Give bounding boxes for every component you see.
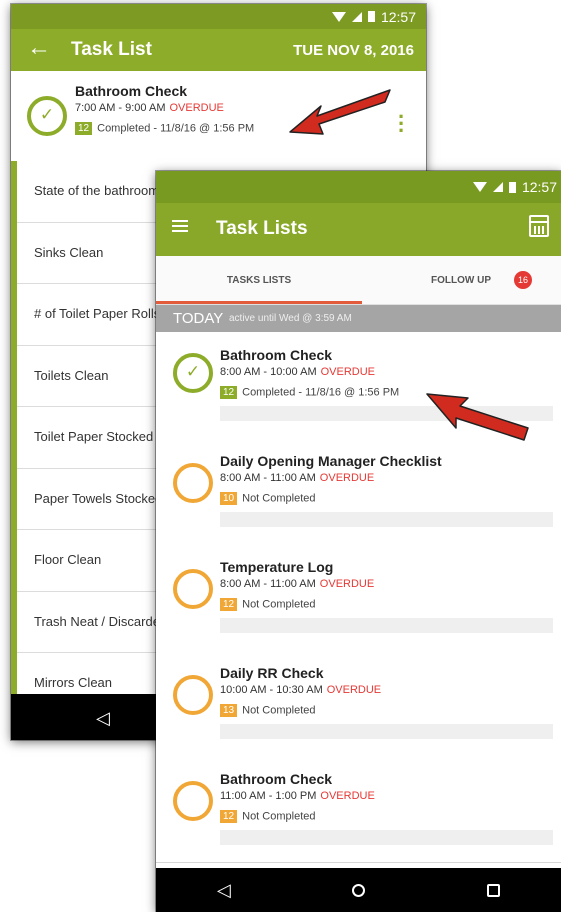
nav-back-icon[interactable]: ◁ xyxy=(217,880,231,901)
wifi-icon xyxy=(472,182,487,192)
overdue-label: OVERDUE xyxy=(319,578,375,590)
task-card[interactable]: Temperature Log 8:00 AM - 11:00 AM OVERDU… xyxy=(156,544,561,651)
progress-bar xyxy=(220,724,553,739)
page-title: Task List xyxy=(71,39,152,60)
nav-home-icon[interactable] xyxy=(352,883,366,897)
task-title: Daily RR Check xyxy=(220,665,324,681)
nav-back-icon[interactable]: ◁ xyxy=(96,708,110,729)
arrow-left-icon[interactable]: ← xyxy=(27,34,51,62)
more-vert-icon[interactable]: · · · xyxy=(398,106,405,142)
task-time-range: 8:00 AM - 10:00 AM xyxy=(220,366,317,378)
task-status: 13 Not Completed xyxy=(220,704,316,717)
completed-check-icon: ✓ xyxy=(27,96,67,136)
count-badge: 12 xyxy=(220,810,238,823)
pending-circle-icon xyxy=(173,675,213,715)
calendar-icon[interactable] xyxy=(529,215,549,237)
progress-bar xyxy=(220,830,553,845)
wifi-icon xyxy=(331,11,346,22)
task-time-range: 8:00 AM - 11:00 AM xyxy=(220,472,316,484)
progress-bar xyxy=(220,512,553,527)
progress-bar xyxy=(220,618,553,633)
tab-bar: TASKS LISTS FOLLOW UP 16 xyxy=(156,256,561,305)
tab-follow-up[interactable]: FOLLOW UP xyxy=(431,256,491,304)
task-title: Temperature Log xyxy=(220,559,334,575)
status-time: 12:57 xyxy=(521,179,557,195)
task-time-range: 8:00 AM - 11:00 AM xyxy=(220,578,316,590)
count-badge: 12 xyxy=(220,598,238,611)
status-bar: 12:57 xyxy=(156,171,561,203)
task-time: 8:00 AM - 10:00 AM OVERDUE xyxy=(220,366,375,378)
overdue-label: OVERDUE xyxy=(320,366,376,378)
battery-icon xyxy=(367,11,375,22)
page-title: Task Lists xyxy=(216,218,308,239)
task-title: Bathroom Check xyxy=(220,347,333,363)
follow-up-badge: 16 xyxy=(514,271,532,289)
tab-tasks-lists[interactable]: TASKS LISTS xyxy=(156,256,362,304)
menu-icon[interactable] xyxy=(172,220,188,232)
battery-icon xyxy=(508,181,516,193)
task-time-range: 10:00 AM - 10:30 AM xyxy=(220,684,323,696)
status-text: Completed - 11/8/16 @ 1:56 PM xyxy=(97,122,255,135)
task-time: 8:00 AM - 11:00 AM OVERDUE xyxy=(220,578,374,590)
task-title: Bathroom Check xyxy=(75,83,188,99)
task-card[interactable]: Daily RR Check 10:00 AM - 10:30 AM OVERDU… xyxy=(156,650,561,757)
signal-icon xyxy=(492,182,503,192)
task-status: 12 Completed - 11/8/16 @ 1:56 PM xyxy=(220,386,399,399)
task-time-range: 7:00 AM - 9:00 AM xyxy=(75,102,166,114)
task-status: 12 Not Completed xyxy=(220,810,316,823)
task-time-range: 11:00 AM - 1:00 PM xyxy=(220,790,317,802)
overdue-label: OVERDUE xyxy=(326,684,382,696)
status-bar: 12:57 xyxy=(11,4,426,29)
pending-circle-icon xyxy=(173,463,213,503)
callout-arrow-icon xyxy=(426,393,529,441)
status-time: 12:57 xyxy=(380,8,416,25)
task-time: 7:00 AM - 9:00 AM OVERDUE xyxy=(75,102,224,114)
task-title: Daily Opening Manager Checklist xyxy=(220,453,442,469)
task-status: 12 Not Completed xyxy=(220,598,316,611)
app-bar: Task Lists xyxy=(156,203,561,256)
status-text: Not Completed xyxy=(242,704,316,717)
count-badge: 10 xyxy=(220,492,238,505)
signal-icon xyxy=(351,11,362,22)
front-screen: 12:57 Task Lists TASKS LISTS FOLLOW UP 1… xyxy=(156,171,561,912)
overdue-label: OVERDUE xyxy=(169,102,224,114)
task-time: 8:00 AM - 11:00 AM OVERDUE xyxy=(220,472,374,484)
task-card[interactable]: Daily Opening Manager Checklist 8:00 AM … xyxy=(156,438,561,545)
nav-recents-icon[interactable] xyxy=(487,883,501,897)
pending-circle-icon xyxy=(173,569,213,609)
overdue-label: OVERDUE xyxy=(319,472,375,484)
overdue-label: OVERDUE xyxy=(320,790,375,802)
task-card[interactable]: Bathroom Check 11:00 AM - 1:00 PM OVERDUE… xyxy=(156,756,561,863)
nav-bar: ◁ xyxy=(156,868,561,912)
task-status: 12 Completed - 11/8/16 @ 1:56 PM xyxy=(75,122,254,135)
app-bar: ← Task List TUE NOV 8, 2016 xyxy=(11,29,426,71)
count-badge: 12 xyxy=(75,122,93,135)
task-title: Bathroom Check xyxy=(220,771,333,787)
status-text: Not Completed xyxy=(242,598,316,611)
completed-check-icon: ✓ xyxy=(173,353,213,393)
section-header: TODAY active until Wed @ 3:59 AM xyxy=(156,305,561,332)
callout-arrow-icon xyxy=(289,89,391,135)
date-label: TUE NOV 8, 2016 xyxy=(293,42,414,59)
task-time: 10:00 AM - 10:30 AM OVERDUE xyxy=(220,684,381,696)
task-status: 10 Not Completed xyxy=(220,492,316,505)
count-badge: 13 xyxy=(220,704,238,717)
section-sublabel: active until Wed @ 3:59 AM xyxy=(229,313,352,324)
pending-circle-icon xyxy=(173,781,213,821)
status-text: Not Completed xyxy=(242,492,316,505)
task-time: 11:00 AM - 1:00 PM OVERDUE xyxy=(220,790,375,802)
status-text: Not Completed xyxy=(242,810,316,823)
section-label: TODAY xyxy=(173,310,224,327)
count-badge: 12 xyxy=(220,386,238,399)
status-text: Completed - 11/8/16 @ 1:56 PM xyxy=(242,386,400,399)
